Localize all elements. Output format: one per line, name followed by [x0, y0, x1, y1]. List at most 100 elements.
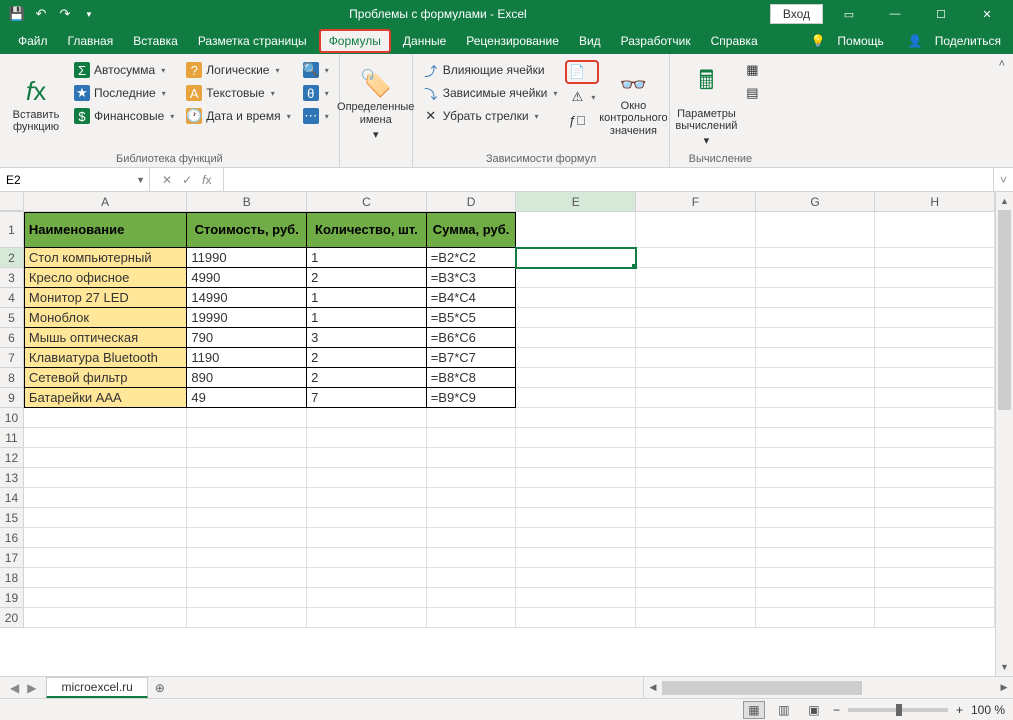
cell[interactable]: [756, 568, 876, 588]
cell[interactable]: Наименование: [24, 212, 188, 248]
cell[interactable]: [187, 448, 307, 468]
cell[interactable]: [875, 608, 995, 628]
zoom-knob[interactable]: [896, 704, 902, 716]
cell[interactable]: [756, 468, 876, 488]
cell[interactable]: [636, 448, 756, 468]
cell[interactable]: [875, 348, 995, 368]
cell[interactable]: [187, 488, 307, 508]
save-icon[interactable]: 💾: [8, 5, 26, 23]
add-sheet-button[interactable]: ⊕: [148, 677, 172, 698]
cell[interactable]: 11990: [187, 248, 307, 268]
cell[interactable]: Батарейки AAA: [24, 388, 188, 408]
cell[interactable]: Клавиатура Bluetooth: [24, 348, 188, 368]
cell[interactable]: [636, 528, 756, 548]
cell[interactable]: [516, 488, 636, 508]
row-header[interactable]: 20: [0, 608, 24, 628]
cell[interactable]: [875, 568, 995, 588]
cell[interactable]: [187, 568, 307, 588]
cell[interactable]: [187, 408, 307, 428]
cell[interactable]: [636, 388, 756, 408]
cell[interactable]: [427, 488, 517, 508]
cell[interactable]: [24, 428, 188, 448]
col-header-A[interactable]: A: [24, 192, 188, 211]
logical-button[interactable]: ?Логические▾: [182, 60, 294, 80]
sheet-tab[interactable]: microexcel.ru: [46, 677, 147, 698]
cell[interactable]: [187, 528, 307, 548]
cell[interactable]: [427, 548, 517, 568]
cell[interactable]: [516, 508, 636, 528]
cell[interactable]: [636, 328, 756, 348]
cell[interactable]: [756, 268, 876, 288]
fill-handle[interactable]: [632, 264, 636, 268]
cell[interactable]: [24, 488, 188, 508]
trace-precedents-button[interactable]: ⤴Влияющие ячейки: [419, 60, 562, 80]
financial-button[interactable]: $Финансовые▾: [70, 106, 178, 126]
autosum-button[interactable]: ΣАвтосумма▾: [70, 60, 178, 80]
cell[interactable]: 890: [187, 368, 307, 388]
col-header-H[interactable]: H: [875, 192, 995, 211]
cell[interactable]: [307, 608, 427, 628]
tab-home[interactable]: Главная: [58, 28, 124, 54]
share-label[interactable]: Поделиться: [935, 34, 1001, 48]
cell[interactable]: [875, 308, 995, 328]
cell[interactable]: [636, 212, 756, 248]
cell[interactable]: Мышь оптическая: [24, 328, 188, 348]
cell[interactable]: =B6*C6: [427, 328, 517, 348]
cell[interactable]: [756, 368, 876, 388]
cell[interactable]: [516, 348, 636, 368]
cell[interactable]: =B2*C2: [427, 248, 517, 268]
tab-formulas[interactable]: Формулы: [319, 29, 391, 53]
row-header[interactable]: 9: [0, 388, 24, 408]
cell[interactable]: [307, 548, 427, 568]
cell[interactable]: 14990: [187, 288, 307, 308]
cell[interactable]: [636, 548, 756, 568]
login-button[interactable]: Вход: [770, 4, 823, 24]
col-header-E[interactable]: E: [516, 192, 636, 211]
lookup-button[interactable]: 🔍▾: [299, 60, 333, 80]
cell[interactable]: [427, 568, 517, 588]
cell[interactable]: [636, 588, 756, 608]
cell[interactable]: [307, 488, 427, 508]
col-header-F[interactable]: F: [636, 192, 756, 211]
cell[interactable]: 7: [307, 388, 427, 408]
cell[interactable]: 1: [307, 248, 427, 268]
cell[interactable]: 1: [307, 288, 427, 308]
cell[interactable]: 2: [307, 268, 427, 288]
cell[interactable]: Кресло офисное: [24, 268, 188, 288]
vertical-scrollbar[interactable]: ▲ ▼: [995, 192, 1013, 676]
cell[interactable]: 2: [307, 368, 427, 388]
zoom-slider[interactable]: [848, 708, 948, 712]
formula-input[interactable]: [224, 173, 993, 187]
cell[interactable]: [875, 328, 995, 348]
cell[interactable]: [187, 468, 307, 488]
cell[interactable]: [427, 588, 517, 608]
cell[interactable]: [756, 288, 876, 308]
cell[interactable]: =B4*C4: [427, 288, 517, 308]
scroll-thumb[interactable]: [998, 210, 1011, 410]
zoom-value[interactable]: 100 %: [971, 703, 1005, 717]
cell[interactable]: [516, 268, 636, 288]
cell[interactable]: [307, 448, 427, 468]
cell[interactable]: 49: [187, 388, 307, 408]
close-icon[interactable]: ✕: [967, 0, 1007, 28]
cell[interactable]: [516, 212, 636, 248]
maximize-icon[interactable]: ☐: [921, 0, 961, 28]
math-button[interactable]: θ▾: [299, 83, 333, 103]
row-header[interactable]: 2: [0, 248, 24, 268]
cell[interactable]: [516, 428, 636, 448]
cell[interactable]: Количество, шт.: [307, 212, 427, 248]
cell[interactable]: [516, 248, 636, 268]
cell[interactable]: [636, 608, 756, 628]
row-header[interactable]: 3: [0, 268, 24, 288]
col-header-C[interactable]: C: [307, 192, 427, 211]
cell[interactable]: [875, 448, 995, 468]
tab-help[interactable]: Справка: [701, 28, 768, 54]
cell[interactable]: [875, 588, 995, 608]
cell[interactable]: [516, 468, 636, 488]
watch-window-button[interactable]: 👓 Окно контрольного значения: [603, 58, 663, 151]
datetime-button[interactable]: 🕐Дата и время▾: [182, 106, 294, 126]
cell[interactable]: [756, 248, 876, 268]
cell[interactable]: [636, 488, 756, 508]
cell[interactable]: [427, 508, 517, 528]
cell[interactable]: [24, 608, 188, 628]
